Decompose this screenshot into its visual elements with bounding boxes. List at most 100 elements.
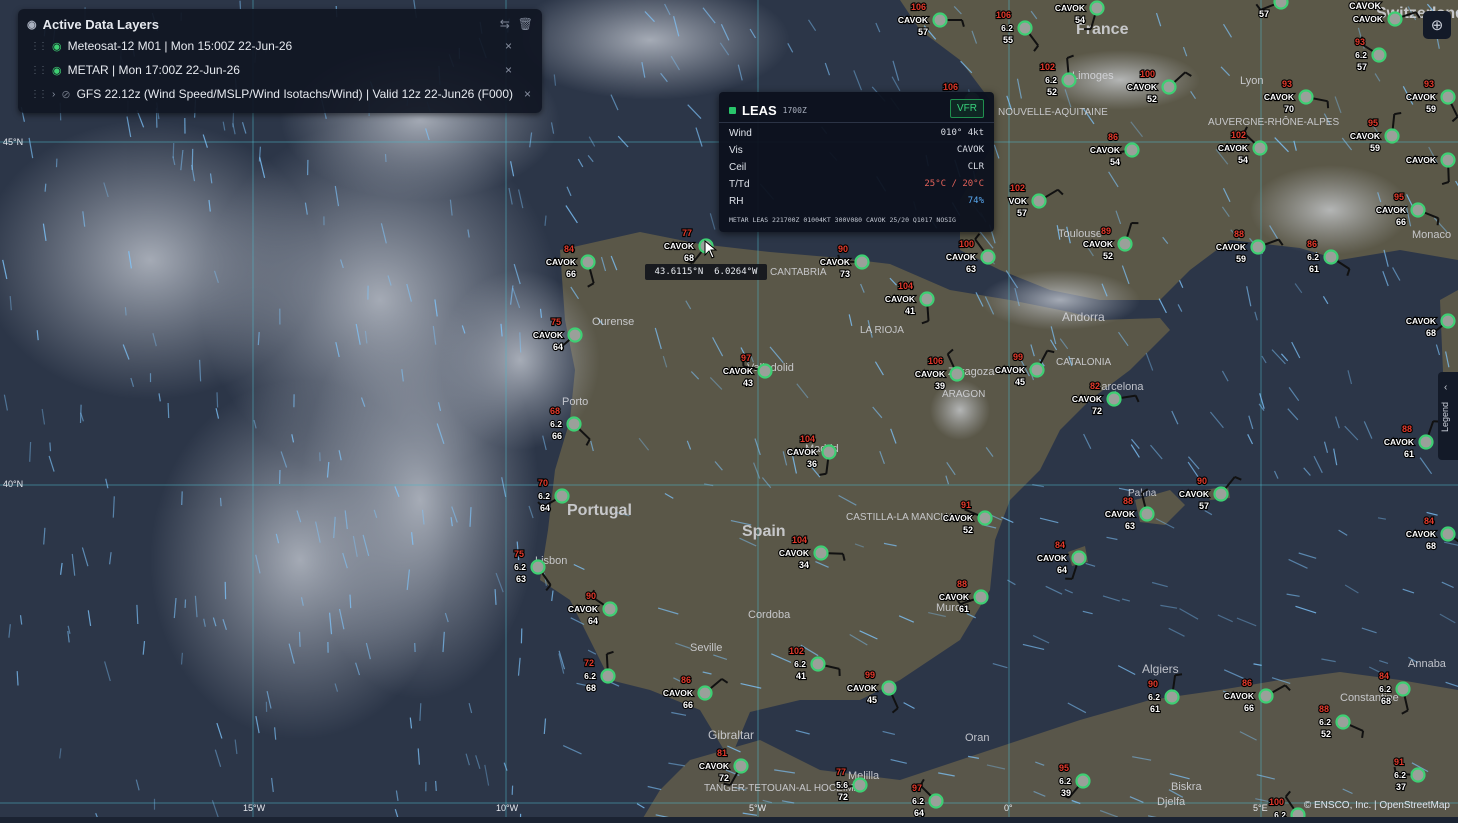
chevron-right-icon[interactable]: ›	[52, 89, 55, 100]
dewpoint-label: 55	[1003, 35, 1013, 45]
dewpoint-label: 72	[719, 773, 729, 783]
dewpoint-label: 63	[966, 264, 976, 274]
dewpoint-label: 52	[1147, 94, 1157, 104]
temperature-label: 91	[961, 500, 971, 510]
temperature-label: 86	[1108, 132, 1118, 142]
visibility-label: CAVOK	[1127, 82, 1158, 92]
legend-tab[interactable]: ‹ Legend	[1438, 372, 1458, 460]
dewpoint-label: 57	[918, 27, 928, 37]
visibility-label: VOK	[1009, 196, 1028, 206]
sky-cover-circle	[1250, 239, 1266, 255]
cursor-coordinates: 43.6115°N 6.0264°W	[645, 264, 767, 280]
temperature-label: 91	[1394, 757, 1404, 767]
wind-streak	[16, 671, 19, 686]
sky-cover-circle	[1031, 193, 1047, 209]
dewpoint-label: 39	[935, 381, 945, 391]
row-value: CAVOK	[956, 145, 984, 155]
popup-row-vis: Vis CAVOK	[729, 145, 984, 156]
sky-cover-circle	[980, 249, 996, 265]
sky-cover-circle	[919, 291, 935, 307]
temperature-label: 102	[789, 646, 804, 656]
globe-icon[interactable]: ⊕	[1423, 11, 1451, 39]
dewpoint-label: 68	[1426, 328, 1436, 338]
visible-eye-icon[interactable]: ◉	[52, 40, 62, 53]
sky-cover-circle	[1164, 689, 1180, 705]
visibility-label: 6.2	[1379, 684, 1391, 694]
dewpoint-label: 68	[586, 683, 596, 693]
panel-title: Active Data Layers	[42, 17, 159, 32]
dewpoint-label: 72	[1092, 406, 1102, 416]
sky-cover-circle	[813, 545, 829, 561]
dewpoint-label: 45	[1015, 377, 1025, 387]
longitude-label: 0°	[1004, 803, 1013, 813]
wind-streak	[298, 631, 301, 647]
remove-layer-icon[interactable]: ×	[524, 87, 531, 101]
dewpoint-label: 57	[1199, 501, 1209, 511]
swap-icon[interactable]: ⇆	[500, 17, 510, 31]
place-label: AUVERGNE-RHÔNE-ALPES	[1208, 115, 1339, 128]
dewpoint-label: 37	[1396, 782, 1406, 792]
wind-streak	[216, 392, 219, 408]
temperature-label: 86	[1307, 239, 1317, 249]
visibility-label: 6.2	[550, 419, 562, 429]
temperature-label: 106	[943, 82, 958, 92]
temperature-label: 84	[1424, 516, 1434, 526]
temperature-label: 89	[1101, 226, 1111, 236]
temperature-label: 93	[1424, 79, 1434, 89]
place-label: Spain	[742, 523, 786, 540]
layer-label: Meteosat-12 M01 | Mon 15:00Z 22-Jun-26	[67, 39, 293, 53]
temperature-label: 102	[1010, 183, 1025, 193]
place-label: CATALONIA	[1056, 357, 1112, 368]
popup-row-wind: Wind 010° 4kt	[729, 128, 984, 139]
dewpoint-label: 73	[840, 269, 850, 279]
layer-row-satellite[interactable]: ⋮⋮ ◉ Meteosat-12 M01 | Mon 15:00Z 22-Jun…	[30, 39, 292, 53]
temperature-label: 95	[1059, 763, 1069, 773]
wind-barb-flag	[1394, 112, 1402, 116]
remove-layer-icon[interactable]: ×	[505, 63, 512, 77]
sky-cover-circle	[973, 589, 989, 605]
station-popup: LEAS 1700Z VFR Wind 010° 4kt Vis CAVOK C…	[719, 92, 994, 232]
hidden-eye-icon[interactable]: ⊘	[61, 88, 70, 101]
dewpoint-label: 57	[1357, 62, 1367, 72]
dewpoint-label: 52	[1321, 729, 1331, 739]
temperature-label: 95	[1394, 192, 1404, 202]
visibility-label: CAVOK	[787, 447, 818, 457]
place-label: Porto	[562, 396, 588, 408]
dewpoint-label: 64	[540, 503, 550, 513]
sky-cover-circle	[852, 777, 868, 793]
temperature-label: 106	[928, 356, 943, 366]
visibility-label: CAVOK	[1072, 394, 1103, 404]
temperature-label: 72	[584, 658, 594, 668]
visibility-label: CAVOK	[779, 548, 810, 558]
sky-cover-circle	[1335, 714, 1351, 730]
drag-handle-icon[interactable]: ⋮⋮	[30, 89, 48, 100]
visibility-label: CAVOK	[1218, 143, 1249, 153]
drag-handle-icon[interactable]: ⋮⋮	[30, 65, 48, 76]
map-attribution[interactable]: © ENSCO, Inc. | OpenStreetMap	[1304, 800, 1450, 811]
place-label: CANTABRIA	[770, 267, 827, 278]
sky-cover-circle	[600, 668, 616, 684]
sky-cover-circle	[1440, 152, 1456, 168]
wind-streak	[349, 594, 352, 609]
layer-row-metar[interactable]: ⋮⋮ ◉ METAR | Mon 17:00Z 22-Jun-26	[30, 63, 240, 77]
trash-icon[interactable]: 🗑	[518, 17, 533, 31]
remove-layer-icon[interactable]: ×	[505, 39, 512, 53]
dewpoint-label: 61	[959, 604, 969, 614]
temperature-label: 84	[1055, 540, 1065, 550]
visibility-label: CAVOK	[1055, 3, 1086, 13]
layer-row-gfs[interactable]: ⋮⋮ › ⊘ GFS 22.12z (Wind Speed/MSLP/Wind …	[30, 87, 513, 101]
dewpoint-label: 54	[1110, 157, 1120, 167]
temperature-label: 86	[681, 675, 691, 685]
temperature-label: 97	[741, 353, 751, 363]
drag-handle-icon[interactable]: ⋮⋮	[30, 41, 48, 52]
row-value: CLR	[967, 162, 984, 172]
visible-eye-icon[interactable]: ◉	[52, 64, 62, 77]
visibility-label: 6.2	[538, 491, 550, 501]
visibility-label: 6.2	[514, 562, 526, 572]
longitude-label: 15°W	[243, 803, 266, 813]
sky-cover-circle	[1106, 391, 1122, 407]
dewpoint-label: 57	[1259, 9, 1269, 19]
sky-cover-circle	[932, 12, 948, 28]
dewpoint-label: 66	[683, 700, 693, 710]
sky-cover-circle	[602, 601, 618, 617]
